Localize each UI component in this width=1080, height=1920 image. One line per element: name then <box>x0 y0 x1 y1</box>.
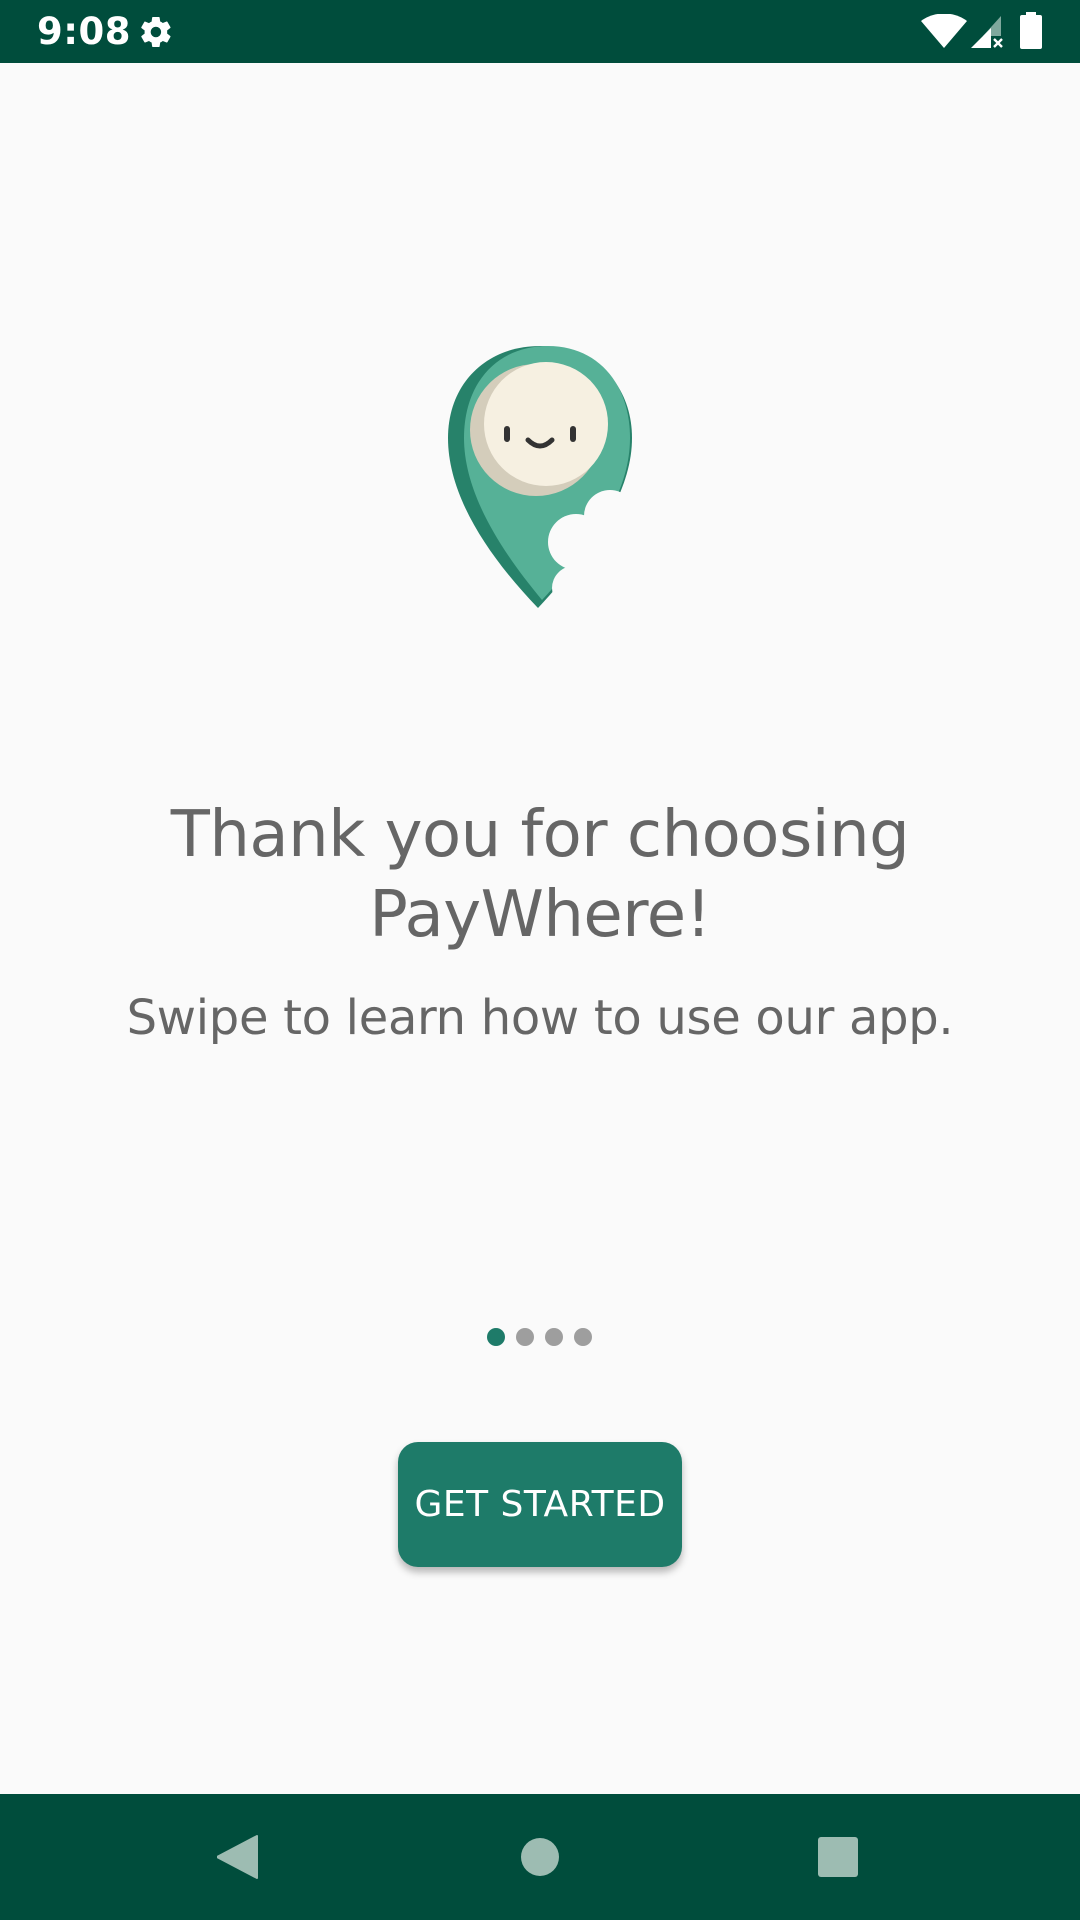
page-dot-1[interactable] <box>487 1328 505 1346</box>
signal-icon <box>971 16 1003 48</box>
status-time: 9:08 <box>37 10 132 53</box>
page-indicator <box>487 1328 592 1346</box>
page-dot-2[interactable] <box>516 1328 534 1346</box>
status-bar: 9:08 <box>0 0 1080 63</box>
onboarding-screen: 9:08 Thank you for choosing PayWhere! Sw… <box>0 0 1080 1920</box>
battery-icon <box>1020 12 1042 49</box>
gear-icon <box>141 16 171 48</box>
welcome-headline: Thank you for choosing PayWhere! <box>170 798 910 952</box>
recents-icon[interactable] <box>818 1837 858 1877</box>
get-started-button[interactable]: GET STARTED <box>398 1442 682 1567</box>
page-dot-3[interactable] <box>545 1328 563 1346</box>
back-icon[interactable] <box>217 1834 259 1880</box>
paywhere-logo-icon <box>448 346 632 610</box>
page-dot-4[interactable] <box>574 1328 592 1346</box>
wifi-icon <box>921 14 967 48</box>
navigation-bar <box>0 1794 1080 1920</box>
welcome-subheadline: Swipe to learn how to use our app. <box>126 990 954 1046</box>
home-icon[interactable] <box>520 1837 560 1877</box>
